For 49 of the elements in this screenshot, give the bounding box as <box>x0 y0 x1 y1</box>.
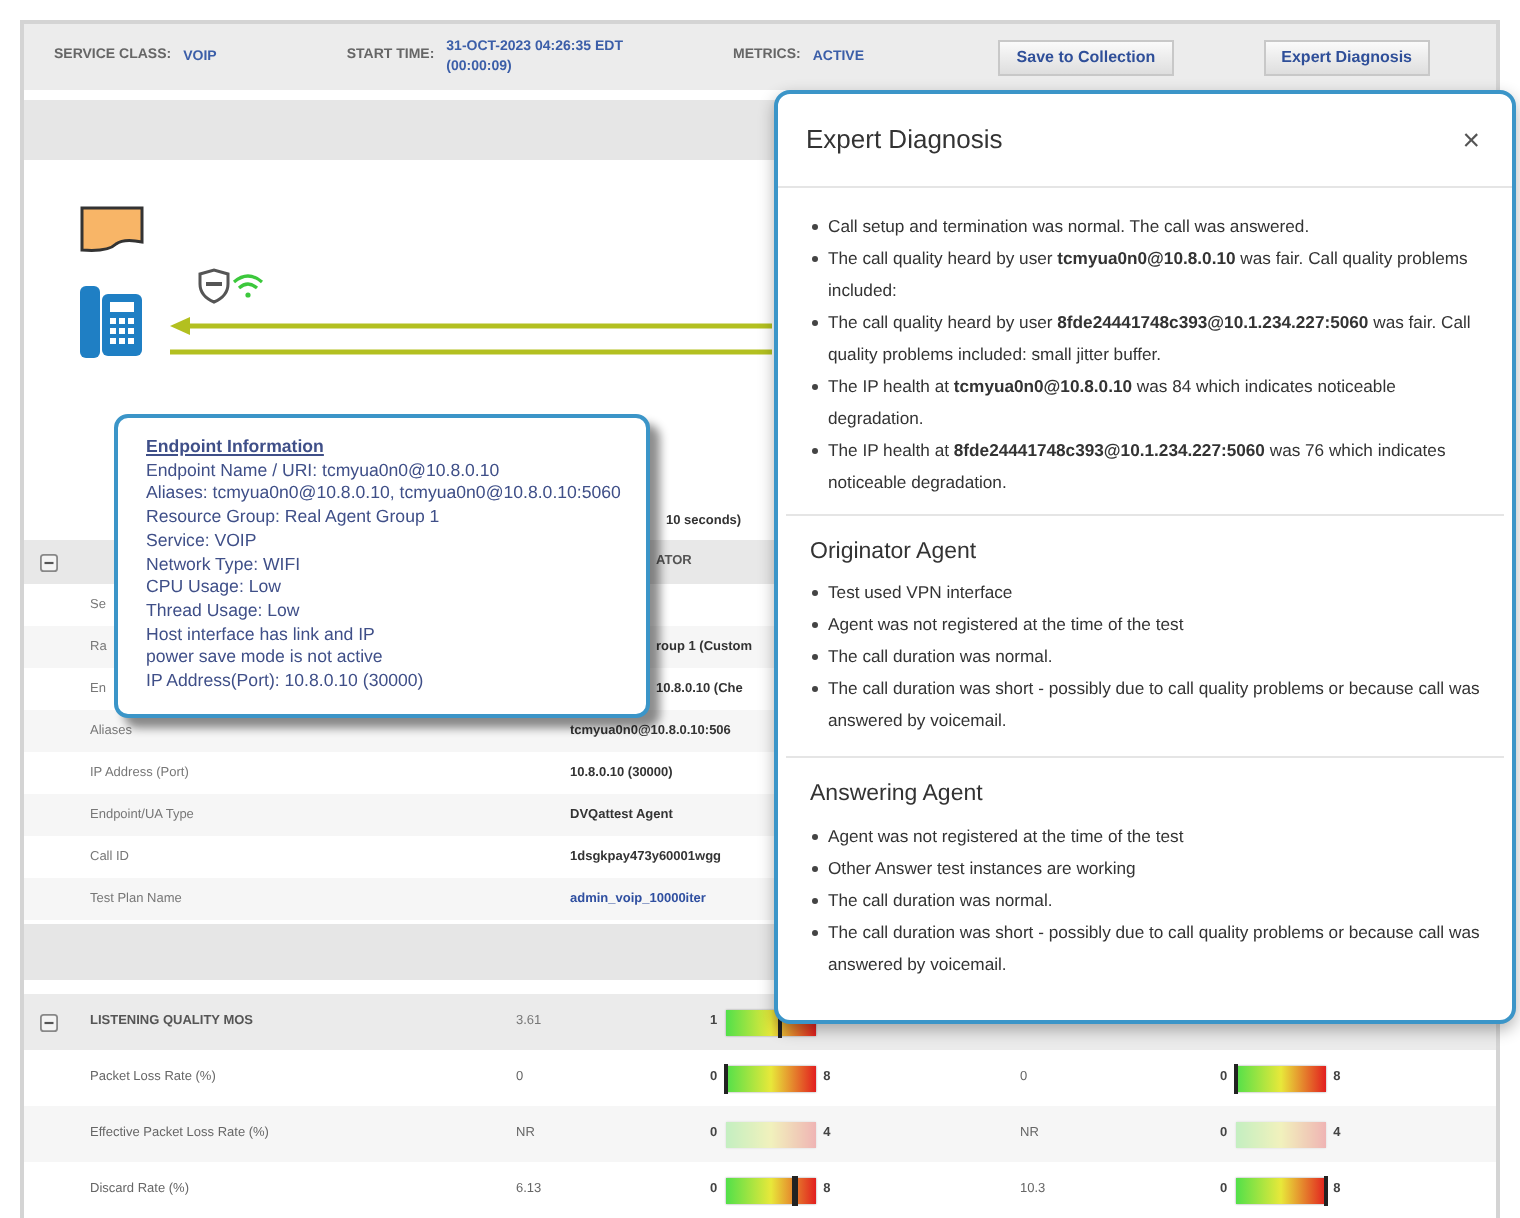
collapse-icon[interactable] <box>40 553 58 571</box>
tooltip-line: Aliases: tcmyua0n0@10.8.0.10, tcmyua0n0@10.8.0.10:5060 <box>146 482 618 507</box>
tooltip-line: IP Address(Port): 10.8.0.10 (30000) <box>146 670 426 694</box>
tooltip-line: Endpoint Name / URI: tcmyua0n0@10.8.0.10 <box>146 459 502 483</box>
tooltip-line: Service: VOIP <box>146 529 259 554</box>
bullet-icon <box>812 448 818 454</box>
shield-icon <box>198 268 230 304</box>
list-item: The call quality heard by user tcmyua0n0@10.8.0.10 was fair. Call quality problems included: <box>810 242 1480 306</box>
bullet-icon <box>812 320 818 326</box>
list-item: Call setup and termination was normal. The call was answered. <box>810 210 1480 242</box>
tooltip-title: Endpoint Information <box>146 436 326 460</box>
bullet-icon <box>812 590 818 597</box>
bullet-icon <box>812 897 818 903</box>
toolbar-button[interactable]: Save to Collection <box>998 39 1174 75</box>
list-item: The call duration was normal. <box>810 640 1480 673</box>
list-item: The call duration was short - possibly due to call quality problems or because call was answered by voicemail. <box>810 672 1480 737</box>
bullet-icon <box>812 224 818 230</box>
tooltip-line: Thread Usage: Low <box>146 599 302 624</box>
list-item: The IP health at 8fde24441748c393@10.1.234.227:5060 was 76 which indicates noticeable degradation. <box>810 434 1480 498</box>
wifi-icon <box>233 274 263 298</box>
section-title: Answering Agent <box>810 780 985 811</box>
list-item: The call duration was normal. <box>810 883 1480 915</box>
close-button[interactable]: × <box>1458 125 1484 155</box>
toolbar-button[interactable]: Expert Diagnosis <box>1263 39 1430 75</box>
tooltip-line: Network Type: WIFI <box>146 553 303 577</box>
tooltip-line: Resource Group: Real Agent Group 1 <box>146 506 442 530</box>
list-item: The IP health at tcmyua0n0@10.8.0.10 was 84 which indicates noticeable degradation. <box>810 370 1480 434</box>
collapse-icon[interactable] <box>40 1013 58 1031</box>
tooltip-line: CPU Usage: Low <box>146 576 283 600</box>
bullet-icon <box>812 686 818 693</box>
list-item: Other Answer test instances are working <box>810 851 1480 883</box>
bullet-icon <box>812 865 818 871</box>
section-title: Originator Agent <box>810 538 979 568</box>
document-icon <box>80 206 144 252</box>
list-item: Agent was not registered at the time of the test <box>810 608 1480 641</box>
tooltip-line: Host interface has link and IP <box>146 623 377 647</box>
list-item: The call duration was short - possibly due to call quality problems or because call was answered by voicemail. <box>810 915 1480 979</box>
bullet-icon <box>812 929 818 935</box>
bullet-icon <box>812 622 818 629</box>
list-item: The call quality heard by user 8fde24441748c393@10.1.234.227:5060 was fair. Call quality problems included: small jitter buffer. <box>810 306 1480 370</box>
bullet-icon <box>812 654 818 661</box>
list-item: Agent was not registered at the time of the test <box>810 819 1480 851</box>
bullet-icon <box>812 384 818 390</box>
bullet-icon <box>812 833 818 839</box>
bullet-icon <box>812 256 818 262</box>
list-item: Test used VPN interface <box>810 576 1480 609</box>
tooltip-line: power save mode is not active <box>146 646 385 671</box>
phone-icon[interactable] <box>80 286 142 358</box>
dialog-title: Expert Diagnosis <box>806 122 1003 159</box>
